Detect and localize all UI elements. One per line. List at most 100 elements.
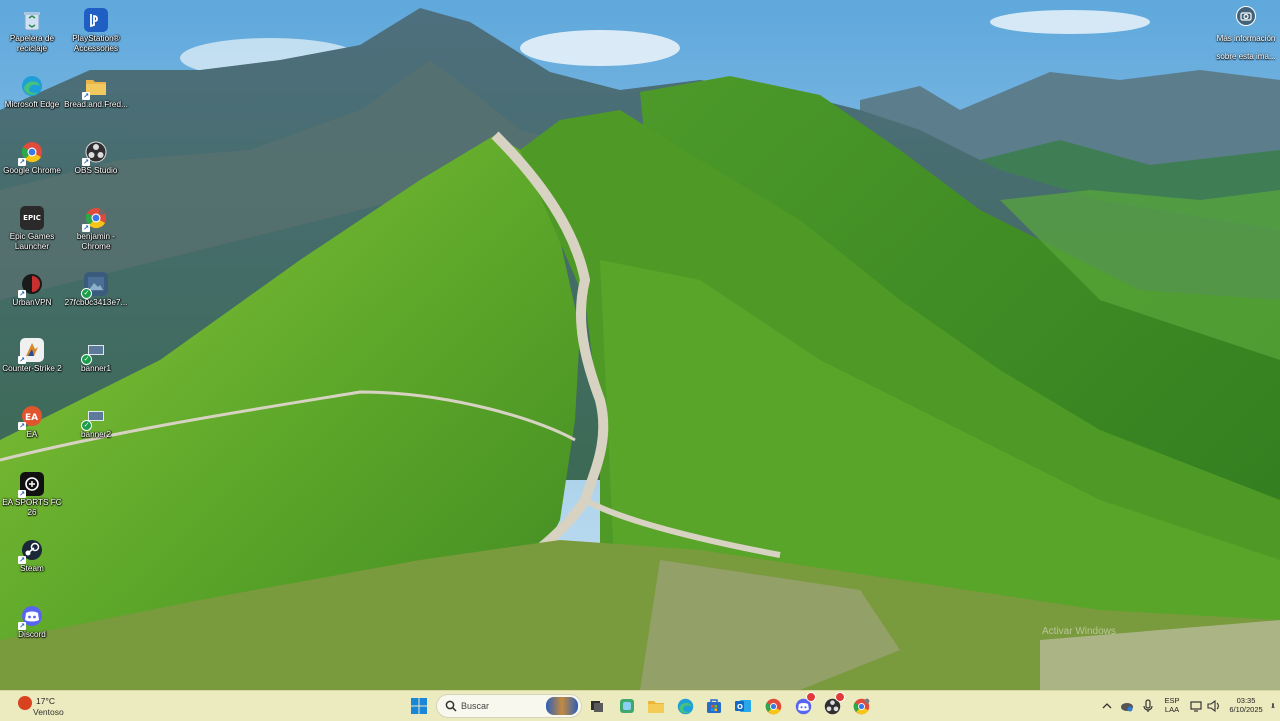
desktop-icon-label: banner2 [80, 430, 112, 439]
notification-badge [806, 692, 816, 702]
desktop-icon-label: UrbanVPN [12, 298, 52, 307]
desktop-icon-label: Steam [20, 564, 44, 573]
weather-alert-icon [18, 696, 32, 710]
microphone-icon [1143, 699, 1153, 712]
desktop-icon-image-file-27fcb[interactable]: ✓ 27fcb0c3413e7... [64, 268, 128, 328]
taskbar-file-explorer[interactable] [645, 695, 667, 717]
recording-indicator [835, 692, 845, 702]
recycle-bin-icon [20, 8, 44, 32]
edge-icon [677, 698, 693, 714]
desktop-icon-ea-sports-fc-26[interactable]: ↗ EA SPORTS FC 26 [0, 468, 64, 528]
desktop-icon-playstation-accessories[interactable]: PlayStation® Accessories [64, 4, 128, 64]
epic-games-icon: EPIC [20, 206, 44, 230]
desktop-icon-label: benjamin - Chrome [76, 232, 116, 251]
desktop-icon-urbanvpn[interactable]: ↗ UrbanVPN [0, 268, 64, 328]
show-desktop-button[interactable] [1270, 695, 1276, 717]
desktop-icon-label: Discord [18, 630, 46, 639]
obs-icon: ↗ [82, 140, 108, 166]
weather-temperature: 17°C [36, 696, 55, 706]
speaker-icon [1207, 700, 1219, 712]
image-file-icon: ✓ [81, 338, 108, 365]
network-icon [1190, 701, 1202, 712]
keyboard-layout: LAA [1164, 705, 1180, 714]
desktop-icon-counter-strike-2[interactable]: ↗ Counter-Strike 2 [0, 334, 64, 394]
desktop-icon-steam[interactable]: ↗ Steam [0, 534, 64, 594]
tray-overflow-button[interactable] [1096, 695, 1118, 717]
tray-app-icon[interactable] [1116, 695, 1138, 717]
ea-sports-fc-icon: ↗ [18, 472, 44, 498]
chrome-icon: ↗ [18, 140, 44, 166]
discord-icon: ↗ [18, 604, 44, 630]
desktop-icon-bread-and-fred[interactable]: ↗ Bread.and.Fred... [64, 70, 128, 130]
svg-text:EA: EA [25, 413, 38, 423]
desktop-icon-google-chrome[interactable]: ↗ Google Chrome [0, 136, 64, 196]
desktop-icon-label: 27fcb0c3413e7... [64, 298, 128, 307]
search-highlight-icon [546, 697, 578, 715]
desktop-icon-label: Counter-Strike 2 [2, 364, 62, 373]
language-code: ESP [1164, 696, 1180, 705]
folder-icon: ↗ [82, 74, 108, 100]
taskbar-outlook[interactable]: O [732, 695, 754, 717]
desktop-icon-label: Papelera de reciclaje [9, 34, 55, 53]
wallpaper-info-label: Más información sobre esta ima... [1216, 34, 1276, 61]
desktop-icon-ea[interactable]: EA ↗ EA [0, 400, 64, 460]
weather-widget[interactable]: 17°C Ventoso [12, 694, 82, 718]
image-file-icon: ✓ [81, 272, 108, 299]
desktop-icon-discord[interactable]: ↗ Discord [0, 600, 64, 660]
desktop-icon-label: EA [26, 430, 38, 439]
chrome-profile-icon [853, 698, 869, 714]
playstation-icon [84, 8, 108, 32]
taskbar-task-view[interactable] [586, 695, 608, 717]
weather-condition: Ventoso [33, 707, 64, 717]
taskbar-search[interactable]: Buscar [436, 694, 582, 718]
tray-volume[interactable] [1203, 695, 1225, 717]
desktop-wallpaper [0, 0, 1280, 690]
taskbar-edge[interactable] [674, 695, 696, 717]
desktop-icon-label: banner1 [80, 364, 112, 373]
taskbar-chrome[interactable] [762, 695, 784, 717]
desktop-icon-label: EA SPORTS FC 26 [2, 498, 62, 517]
desktop-icon-label: Epic Games Launcher [9, 232, 55, 251]
desktop-icon-banner1[interactable]: ✓ banner1 [64, 334, 128, 394]
desktop-icon-label: OBS Studio [74, 166, 118, 175]
tray-microphone[interactable] [1137, 695, 1159, 717]
taskbar-microsoft-store[interactable] [703, 695, 725, 717]
desktop-icon-banner2[interactable]: ✓ banner2 [64, 400, 128, 460]
copilot-icon [620, 699, 634, 713]
desktop-icon-epic-games[interactable]: EPIC Epic Games Launcher [0, 202, 64, 262]
desktop-icon-label: Google Chrome [3, 166, 61, 175]
desktop-icon-label: Bread.and.Fred... [64, 100, 128, 109]
desktop-icon-microsoft-edge[interactable]: Microsoft Edge [0, 70, 64, 130]
counter-strike-icon: ↗ [18, 338, 44, 364]
file-explorer-icon [648, 701, 664, 713]
search-placeholder: Buscar [461, 701, 490, 711]
camera-icon [1236, 6, 1256, 26]
svg-text:O: O [737, 703, 743, 711]
cloud-app-icon [1121, 703, 1133, 712]
chevron-up-icon [1102, 703, 1112, 709]
desktop-icon-obs-studio[interactable]: ↗ OBS Studio [64, 136, 128, 196]
taskbar-copilot[interactable] [616, 695, 638, 717]
desktop-icon-benjamin-chrome[interactable]: ↗ benjamin - Chrome [64, 202, 128, 262]
desktop-icon-label: PlayStation® Accessories [72, 34, 120, 53]
taskbar-obs[interactable] [821, 692, 845, 717]
clock[interactable]: 03:35 6/10/2025 [1226, 696, 1266, 714]
windows-logo-icon [411, 698, 427, 714]
input-language-indicator[interactable]: ESP LAA [1160, 696, 1184, 714]
task-view-icon [591, 701, 603, 712]
taskbar: 17°C Ventoso Buscar O ESP LAA 03:35 6/10… [0, 690, 1280, 721]
taskbar-discord[interactable] [792, 692, 816, 717]
taskbar-chrome-profile[interactable] [850, 695, 872, 717]
activate-windows-watermark: Activar Windows [1042, 626, 1116, 637]
desktop-icon-label: Microsoft Edge [4, 100, 60, 109]
start-button[interactable] [408, 695, 430, 717]
steam-icon: ↗ [18, 538, 44, 564]
urbanvpn-icon: ↗ [18, 272, 44, 298]
wallpaper-info-button[interactable]: Más información sobre esta ima... [1212, 4, 1280, 61]
microsoft-store-icon [707, 699, 721, 713]
desktop-icon-recycle-bin[interactable]: Papelera de reciclaje [0, 4, 64, 64]
edge-icon [20, 74, 44, 98]
ea-icon: EA ↗ [18, 404, 44, 430]
outlook-icon: O [734, 700, 751, 712]
notification-bell-icon [1271, 703, 1275, 708]
